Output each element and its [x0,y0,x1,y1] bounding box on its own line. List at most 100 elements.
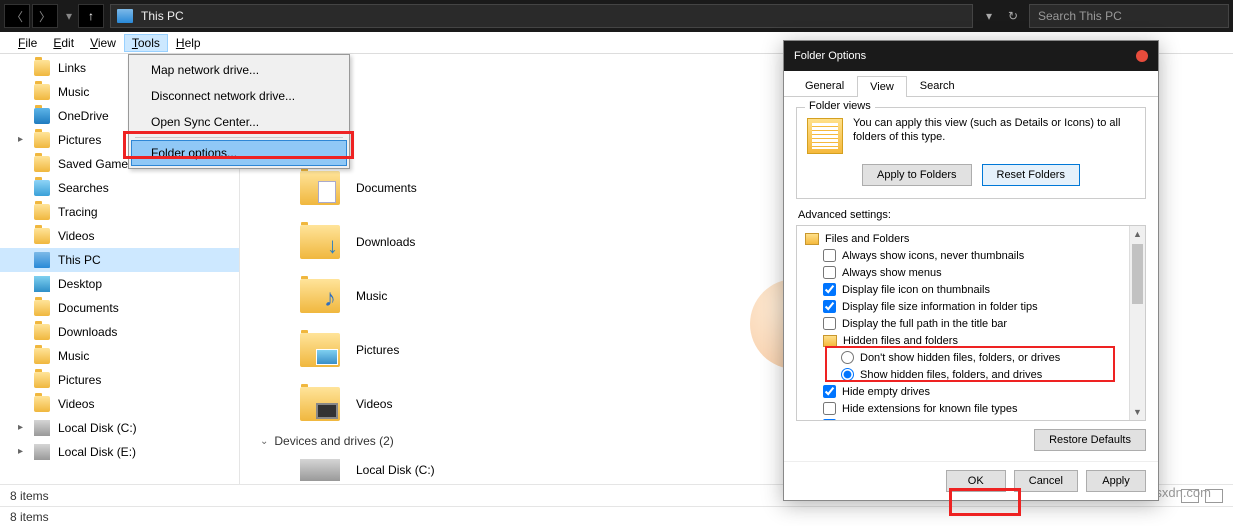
sidebar-label: Tracing [58,205,98,219]
details-view-button[interactable] [1181,489,1199,503]
search-input[interactable]: Search This PC [1029,4,1229,28]
adv-show-hidden[interactable]: Show hidden files, folders, and drives [801,366,1141,383]
folder-icon [805,233,819,245]
videos-folder-icon [300,387,340,421]
checkbox[interactable] [823,385,836,398]
checkbox[interactable] [823,402,836,415]
checkbox[interactable] [823,266,836,279]
address-bar[interactable]: This PC [110,4,973,28]
checkbox[interactable] [823,300,836,313]
dialog-footer: OK Cancel Apply [784,461,1158,500]
adv-hide-empty[interactable]: Hide empty drives [801,383,1141,400]
address-text: This PC [141,9,184,23]
sidebar-label: Pictures [58,133,101,147]
desktop-icon [34,276,50,292]
adv-hide-merge[interactable]: Hide folder merge conflicts [801,417,1141,421]
radio[interactable] [841,368,854,381]
sidebar-label: Documents [58,301,119,315]
sidebar-item-this-pc[interactable]: This PC [0,248,239,272]
nav-forward-button[interactable]: 〉 [32,4,58,28]
checkbox[interactable] [823,283,836,296]
sidebar-label: Local Disk (C:) [58,421,137,435]
folder-label: Videos [356,397,392,411]
apply-to-folders-button[interactable]: Apply to Folders [862,164,971,186]
section-title: Devices and drives (2) [274,434,393,448]
adv-hide-ext[interactable]: Hide extensions for known file types [801,400,1141,417]
vertical-scrollbar[interactable]: ▲ ▼ [1129,226,1145,420]
dialog-title: Folder Options [794,50,866,62]
sidebar-item-documents[interactable]: Documents [0,296,239,320]
menu-folder-options[interactable]: Folder options... [131,140,347,166]
advanced-settings-list[interactable]: Files and Folders Always show icons, nev… [796,225,1146,421]
address-refresh-button[interactable]: ↻ [1001,4,1025,28]
sidebar-item-pictures-2[interactable]: Pictures [0,368,239,392]
address-controls: ▾ ↻ [977,4,1025,28]
sidebar-item-desktop[interactable]: Desktop [0,272,239,296]
sidebar-item-videos[interactable]: Videos [0,224,239,248]
nav-up-button[interactable]: ↑ [78,4,104,28]
pictures-folder-icon [300,333,340,367]
folder-label: Music [356,289,387,303]
sidebar-item-tracing[interactable]: Tracing [0,200,239,224]
tab-view[interactable]: View [857,76,907,97]
music-folder-icon: ♪ [300,279,340,313]
adv-group-hidden: Hidden files and folders [801,332,1141,349]
sidebar-item-local-disk-e[interactable]: Local Disk (E:) [0,440,239,464]
adv-always-menus[interactable]: Always show menus [801,264,1141,281]
menu-tools[interactable]: Tools [124,34,168,52]
pictures-icon [34,132,50,148]
documents-icon [34,300,50,316]
adv-always-icons[interactable]: Always show icons, never thumbnails [801,247,1141,264]
menu-file[interactable]: File [10,34,45,52]
videos-icon [34,228,50,244]
menu-map-network-drive[interactable]: Map network drive... [131,57,347,83]
cancel-button[interactable]: Cancel [1014,470,1078,492]
sidebar-item-local-disk-c[interactable]: Local Disk (C:) [0,416,239,440]
scroll-down-arrow[interactable]: ▼ [1130,404,1145,420]
nav-back-button[interactable]: 〈 [4,4,30,28]
folder-views-icon [807,118,843,154]
sidebar-item-videos-2[interactable]: Videos [0,392,239,416]
radio[interactable] [841,351,854,364]
sidebar-label: Music [58,85,89,99]
menu-disconnect-network-drive[interactable]: Disconnect network drive... [131,83,347,109]
tab-search[interactable]: Search [907,75,968,96]
onedrive-icon [34,108,50,124]
sidebar-item-music-2[interactable]: Music [0,344,239,368]
restore-defaults-button[interactable]: Restore Defaults [1034,429,1146,451]
sidebar-item-searches[interactable]: Searches [0,176,239,200]
ok-button[interactable]: OK [946,470,1006,492]
pictures-icon [34,372,50,388]
apply-button[interactable]: Apply [1086,470,1146,492]
close-button[interactable] [1136,50,1148,62]
checkbox[interactable] [823,317,836,330]
reset-folders-button[interactable]: Reset Folders [982,164,1080,186]
tab-general[interactable]: General [792,75,857,96]
scroll-up-arrow[interactable]: ▲ [1130,226,1145,242]
folder-icon [823,335,837,347]
checkbox[interactable] [823,419,836,421]
dialog-tabs: General View Search [784,71,1158,97]
address-dropdown-button[interactable]: ▾ [977,4,1001,28]
menu-edit[interactable]: Edit [45,34,82,52]
folder-label: Documents [356,181,417,195]
adv-full-path[interactable]: Display the full path in the title bar [801,315,1141,332]
adv-file-size-tips[interactable]: Display file size information in folder … [801,298,1141,315]
adv-dont-show-hidden[interactable]: Don't show hidden files, folders, or dri… [801,349,1141,366]
folder-icon [34,204,50,220]
item-count-2: 8 items [10,510,49,524]
adv-group-files-folders: Files and Folders [801,230,1141,247]
menu-open-sync-center[interactable]: Open Sync Center... [131,109,347,135]
nav-history-dropdown[interactable]: ▾ [66,9,72,23]
adv-file-icon-thumb[interactable]: Display file icon on thumbnails [801,281,1141,298]
sidebar-item-downloads[interactable]: Downloads [0,320,239,344]
folder-label: Downloads [356,235,415,249]
downloads-icon [34,324,50,340]
menu-view[interactable]: View [82,34,124,52]
sidebar-label: Saved Games [58,157,134,171]
scroll-thumb[interactable] [1132,244,1143,304]
checkbox[interactable] [823,249,836,262]
menu-help[interactable]: Help [168,34,209,52]
tiles-view-button[interactable] [1205,489,1223,503]
sidebar-label: This PC [58,253,101,267]
